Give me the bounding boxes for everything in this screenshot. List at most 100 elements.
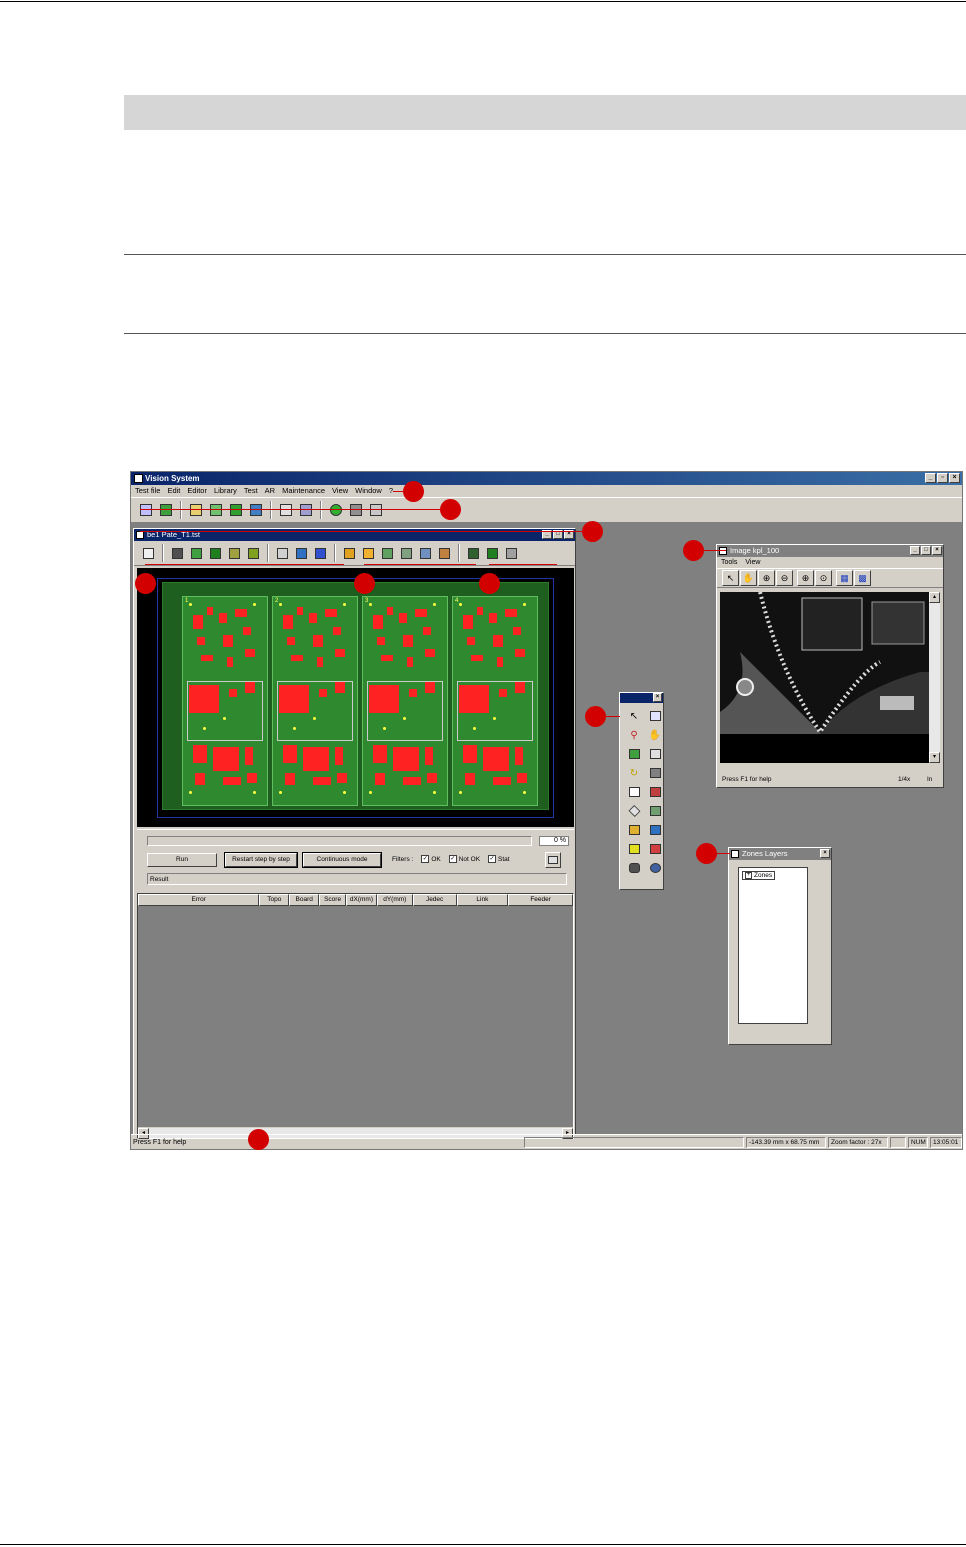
camera-icon[interactable]	[625, 860, 643, 876]
view-list-icon[interactable]	[503, 545, 520, 562]
chip-icon[interactable]	[646, 765, 664, 781]
board-icon[interactable]	[207, 545, 224, 562]
fill-icon[interactable]	[646, 841, 664, 857]
info-icon[interactable]	[312, 545, 329, 562]
image-maximize-button[interactable]: □	[921, 546, 931, 555]
erase-icon[interactable]	[625, 784, 643, 800]
hand-icon[interactable]: ✋	[646, 727, 664, 743]
run-button[interactable]: Run	[147, 853, 217, 867]
column-header[interactable]: Board	[289, 894, 320, 906]
continuous-mode-button[interactable]: Continuous mode	[302, 852, 382, 868]
column-header[interactable]: Jedec	[412, 894, 457, 906]
paint-icon[interactable]	[625, 841, 643, 857]
image-vscrollbar[interactable]: ▴ ▾	[929, 592, 940, 763]
settings-icon[interactable]	[646, 860, 664, 876]
menu-library[interactable]: Library	[214, 485, 237, 497]
column-header[interactable]: Error	[138, 894, 260, 906]
zones-tree-item[interactable]: + Zones	[742, 871, 776, 880]
print-icon[interactable]	[545, 852, 561, 868]
menu-editor[interactable]: Editor	[187, 485, 207, 497]
view-image-icon[interactable]	[484, 545, 501, 562]
image-icon[interactable]	[347, 501, 365, 519]
filter-stat-checkbox[interactable]: ✓ Stat	[488, 855, 510, 863]
filter-not-ok-checkbox[interactable]: ✓ Not OK	[448, 855, 480, 863]
library-icon[interactable]	[227, 501, 245, 519]
column-header[interactable]: Topo	[259, 894, 290, 906]
results-grid[interactable]: Error Topo Board Score dX(mm) dY(mm) Jed…	[137, 893, 574, 1139]
menu-window[interactable]: Window	[355, 485, 382, 497]
restart-step-button[interactable]: Restart step by step	[224, 852, 298, 868]
globe-icon[interactable]	[293, 545, 310, 562]
image-menu-tools[interactable]: Tools	[721, 557, 737, 568]
step-into-icon[interactable]	[379, 545, 396, 562]
list-icon[interactable]	[188, 545, 205, 562]
text-list-icon[interactable]	[274, 545, 291, 562]
zoom-rect-icon[interactable]: ⊕	[797, 570, 814, 586]
move-icon[interactable]	[625, 822, 643, 838]
scroll-down-icon[interactable]: ▾	[929, 752, 940, 763]
new-icon[interactable]	[140, 545, 157, 562]
pointer-icon[interactable]: ↖	[625, 708, 643, 724]
cube-icon[interactable]	[247, 501, 265, 519]
hand-icon[interactable]: ✋	[740, 570, 757, 586]
save-as-icon[interactable]	[297, 501, 315, 519]
scroll-up-icon[interactable]: ▴	[929, 592, 940, 603]
menu-view[interactable]: View	[332, 485, 348, 497]
menu-maintenance[interactable]: Maintenance	[282, 485, 325, 497]
column-header[interactable]: Feeder	[508, 894, 573, 906]
stop-icon[interactable]	[436, 545, 453, 562]
panel-icon[interactable]	[226, 545, 243, 562]
component-icon[interactable]	[169, 545, 186, 562]
grid-icon[interactable]: ▦	[836, 570, 853, 586]
help-icon[interactable]	[327, 501, 345, 519]
link-icon[interactable]	[207, 501, 225, 519]
window-icon[interactable]	[646, 708, 664, 724]
copy-icon[interactable]	[646, 803, 664, 819]
menu-edit[interactable]: Edit	[167, 485, 180, 497]
open-folder-icon[interactable]	[187, 501, 205, 519]
pointer-icon[interactable]: ↖	[722, 570, 739, 586]
column-header[interactable]: Score	[319, 894, 347, 906]
layout-icon[interactable]	[245, 545, 262, 562]
column-header[interactable]: dY(mm)	[376, 894, 413, 906]
fine-grid-icon[interactable]: ▩	[854, 570, 871, 586]
menu-test[interactable]: Test	[244, 485, 258, 497]
image-menu-view[interactable]: View	[745, 557, 760, 568]
report-icon[interactable]	[367, 501, 385, 519]
zones-tree[interactable]: + Zones	[738, 867, 808, 1024]
column-header[interactable]: Link	[456, 894, 509, 906]
shape-icon[interactable]	[625, 803, 643, 819]
pcb-view[interactable]: 1 2 3 4	[137, 568, 574, 827]
step-over-icon[interactable]	[398, 545, 415, 562]
zoom-fit-icon[interactable]: ⊙	[815, 570, 832, 586]
step-out-icon[interactable]	[417, 545, 434, 562]
column-header[interactable]: dX(mm)	[346, 894, 377, 906]
zoom-out-icon[interactable]: ⊖	[776, 570, 793, 586]
step-icon[interactable]	[341, 545, 358, 562]
minimize-button[interactable]: _	[925, 473, 936, 483]
palette-close-button[interactable]: ×	[653, 693, 662, 702]
close-button[interactable]: ×	[949, 473, 960, 483]
menu-ar[interactable]: AR	[265, 485, 275, 497]
zones-close-button[interactable]: ×	[820, 849, 830, 858]
align-icon[interactable]	[646, 822, 664, 838]
filter-ok-checkbox[interactable]: ✓ OK	[421, 855, 441, 863]
image-close-button[interactable]: ×	[932, 546, 942, 555]
camera-image-view[interactable]	[720, 592, 931, 763]
menu-test-file[interactable]: Test file	[135, 485, 160, 497]
open-test-icon[interactable]	[137, 501, 155, 519]
image-window-titlebar: Image kpl_100 _ □ ×	[717, 545, 943, 557]
chart-icon[interactable]	[646, 746, 664, 762]
probe-icon[interactable]: ⚲	[625, 727, 643, 743]
play-icon[interactable]	[360, 545, 377, 562]
image-minimize-button[interactable]: _	[910, 546, 920, 555]
view-board-icon[interactable]	[465, 545, 482, 562]
image-edit-icon[interactable]	[646, 784, 664, 800]
expand-icon[interactable]: +	[745, 872, 752, 879]
save-icon[interactable]	[277, 501, 295, 519]
edit-icon[interactable]	[625, 746, 643, 762]
zoom-in-icon[interactable]: ⊕	[758, 570, 775, 586]
rotate-icon[interactable]: ↻	[625, 765, 643, 781]
run-icon[interactable]	[157, 501, 175, 519]
restore-button[interactable]: ▫	[937, 473, 948, 483]
